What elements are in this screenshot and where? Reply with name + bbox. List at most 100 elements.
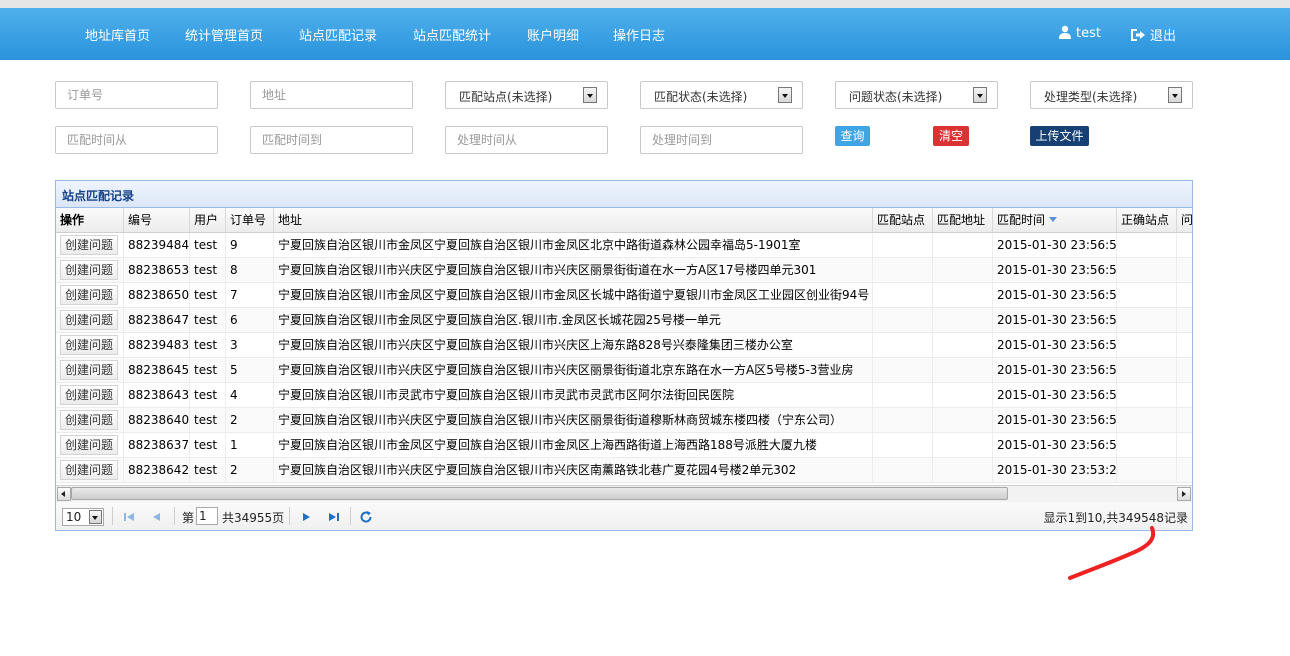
cell-correct-site <box>1117 458 1177 482</box>
cell-user: test <box>190 408 226 432</box>
pager-separator <box>174 507 175 525</box>
first-page-icon[interactable] <box>122 510 136 524</box>
table-row[interactable]: 创建问题 88238637 test 1 宁夏回族自治区银川市金凤区宁夏回族自治区银川市… <box>56 433 1192 458</box>
nav-site-match-stats[interactable]: 站点匹配统计 <box>413 25 491 44</box>
refresh-icon[interactable] <box>359 510 373 524</box>
clear-button[interactable]: 清空 <box>933 126 969 146</box>
next-page-icon[interactable] <box>299 510 313 524</box>
match-site-select[interactable]: 匹配站点(未选择) <box>445 81 608 109</box>
scroll-left-icon[interactable] <box>57 487 71 501</box>
column-header-id[interactable]: 编号 <box>124 208 190 232</box>
nav-site-match-records[interactable]: 站点匹配记录 <box>299 25 377 44</box>
table-row[interactable]: 创建问题 88238647 test 6 宁夏回族自治区银川市金凤区宁夏回族自治区.银川… <box>56 308 1192 333</box>
horizontal-scrollbar[interactable] <box>56 485 1192 502</box>
cell-action: 创建问题 <box>56 383 124 407</box>
cell-correct-site <box>1117 358 1177 382</box>
match-time-to-input[interactable]: 匹配时间到 <box>250 126 413 154</box>
cell-correct-site <box>1117 308 1177 332</box>
create-issue-button[interactable]: 创建问题 <box>60 310 119 330</box>
cell-order-number: 2 <box>226 408 274 432</box>
table-row[interactable]: 创建问题 88239483 test 3 宁夏回族自治区银川市兴庆区宁夏回族自治区银川市… <box>56 333 1192 358</box>
user-icon <box>1059 25 1071 39</box>
create-issue-button[interactable]: 创建问题 <box>60 385 119 405</box>
page-size-value: 10 <box>66 510 82 524</box>
column-header-issue[interactable]: 问题 <box>1177 208 1192 232</box>
cell-action: 创建问题 <box>56 308 124 332</box>
cell-action: 创建问题 <box>56 433 124 457</box>
cell-match-address <box>933 333 993 357</box>
panel-header: 站点匹配记录 <box>56 181 1192 208</box>
match-time-from-input[interactable]: 匹配时间从 <box>55 126 218 154</box>
table-row[interactable]: 创建问题 88238642 test 2 宁夏回族自治区银川市兴庆区宁夏回族自治区银川市… <box>56 458 1192 483</box>
logout-link[interactable]: 退出 <box>1130 25 1176 44</box>
prev-page-icon[interactable] <box>150 510 164 524</box>
cell-match-address <box>933 408 993 432</box>
column-header-order[interactable]: 订单号 <box>226 208 274 232</box>
table-row[interactable]: 创建问题 88238650 test 7 宁夏回族自治区银川市金凤区宁夏回族自治区银川市… <box>56 283 1192 308</box>
table-row[interactable]: 创建问题 88238645 test 5 宁夏回族自治区银川市兴庆区宁夏回族自治区银川市… <box>56 358 1192 383</box>
nav-address-home[interactable]: 地址库首页 <box>85 25 150 44</box>
column-header-match-address[interactable]: 匹配地址 <box>933 208 993 232</box>
chevron-down-icon <box>89 510 102 524</box>
upload-file-button[interactable]: 上传文件 <box>1030 126 1089 146</box>
nav-operation-log[interactable]: 操作日志 <box>613 25 665 44</box>
cell-id: 88238642 <box>124 458 190 482</box>
cell-correct-site <box>1117 383 1177 407</box>
cell-match-time: 2015-01-30 23:56:57 <box>993 233 1117 257</box>
match-status-value: 匹配状态(未选择) <box>654 90 748 104</box>
column-header-address[interactable]: 地址 <box>274 208 873 232</box>
order-number-input[interactable]: 订单号 <box>55 81 218 109</box>
cell-issue <box>1177 308 1192 332</box>
address-input[interactable]: 地址 <box>250 81 413 109</box>
cell-user: test <box>190 308 226 332</box>
last-page-icon[interactable] <box>327 510 341 524</box>
nav-stats-home[interactable]: 统计管理首页 <box>185 25 263 44</box>
cell-address: 宁夏回族自治区银川市金凤区宁夏回族自治区银川市金凤区长城中路街道宁夏银川市金凤区… <box>274 283 873 307</box>
create-issue-button[interactable]: 创建问题 <box>60 360 119 380</box>
cell-address: 宁夏回族自治区银川市兴庆区宁夏回族自治区银川市兴庆区丽景街街道在水一方A区17号… <box>274 258 873 282</box>
query-button[interactable]: 查询 <box>835 126 870 146</box>
scrollbar-thumb[interactable] <box>71 487 1008 500</box>
cell-correct-site <box>1117 258 1177 282</box>
cell-user: test <box>190 433 226 457</box>
table-row[interactable]: 创建问题 88238640 test 2 宁夏回族自治区银川市兴庆区宁夏回族自治区银川市… <box>56 408 1192 433</box>
cell-issue <box>1177 408 1192 432</box>
pager-separator <box>289 507 290 525</box>
nav-account-details[interactable]: 账户明细 <box>527 25 579 44</box>
cell-action: 创建问题 <box>56 358 124 382</box>
column-header-action[interactable]: 操作 <box>56 208 124 232</box>
handle-type-select[interactable]: 处理类型(未选择) <box>1030 81 1193 109</box>
column-header-match-site[interactable]: 匹配站点 <box>873 208 933 232</box>
create-issue-button[interactable]: 创建问题 <box>60 260 119 280</box>
user-name: test <box>1076 26 1101 41</box>
scroll-right-icon[interactable] <box>1177 487 1191 501</box>
cell-action: 创建问题 <box>56 408 124 432</box>
handle-time-from-input[interactable]: 处理时间从 <box>445 126 608 154</box>
create-issue-button[interactable]: 创建问题 <box>60 410 119 430</box>
table-row[interactable]: 创建问题 88239484 test 9 宁夏回族自治区银川市金凤区宁夏回族自治区银川市… <box>56 233 1192 258</box>
column-header-user[interactable]: 用户 <box>190 208 226 232</box>
issue-status-select[interactable]: 问题状态(未选择) <box>835 81 998 109</box>
create-issue-button[interactable]: 创建问题 <box>60 285 119 305</box>
create-issue-button[interactable]: 创建问题 <box>60 235 119 255</box>
create-issue-button[interactable]: 创建问题 <box>60 435 119 455</box>
cell-user: test <box>190 233 226 257</box>
cell-order-number: 9 <box>226 233 274 257</box>
cell-address: 宁夏回族自治区银川市兴庆区宁夏回族自治区银川市兴庆区上海东路828号兴泰隆集团三… <box>274 333 873 357</box>
column-header-match-time[interactable]: 匹配时间 <box>993 208 1117 232</box>
table-row[interactable]: 创建问题 88238643 test 4 宁夏回族自治区银川市灵武市宁夏回族自治区银川市… <box>56 383 1192 408</box>
match-status-select[interactable]: 匹配状态(未选择) <box>640 81 803 109</box>
create-issue-button[interactable]: 创建问题 <box>60 335 119 355</box>
column-header-correct-site[interactable]: 正确站点 <box>1117 208 1177 232</box>
chevron-down-icon <box>973 87 987 103</box>
create-issue-button[interactable]: 创建问题 <box>60 460 119 480</box>
cell-id: 88239483 <box>124 333 190 357</box>
user-menu[interactable]: test <box>1058 25 1101 41</box>
cell-match-time: 2015-01-30 23:56:56 <box>993 433 1117 457</box>
cell-address: 宁夏回族自治区银川市兴庆区宁夏回族自治区银川市兴庆区南薰路铁北巷广夏花园4号楼2… <box>274 458 873 482</box>
table-row[interactable]: 创建问题 88238653 test 8 宁夏回族自治区银川市兴庆区宁夏回族自治区银川市… <box>56 258 1192 283</box>
cell-correct-site <box>1117 433 1177 457</box>
page-number-input[interactable]: 1 <box>196 507 218 525</box>
page-size-select[interactable]: 10 <box>62 508 104 526</box>
handle-time-to-input[interactable]: 处理时间到 <box>640 126 803 154</box>
